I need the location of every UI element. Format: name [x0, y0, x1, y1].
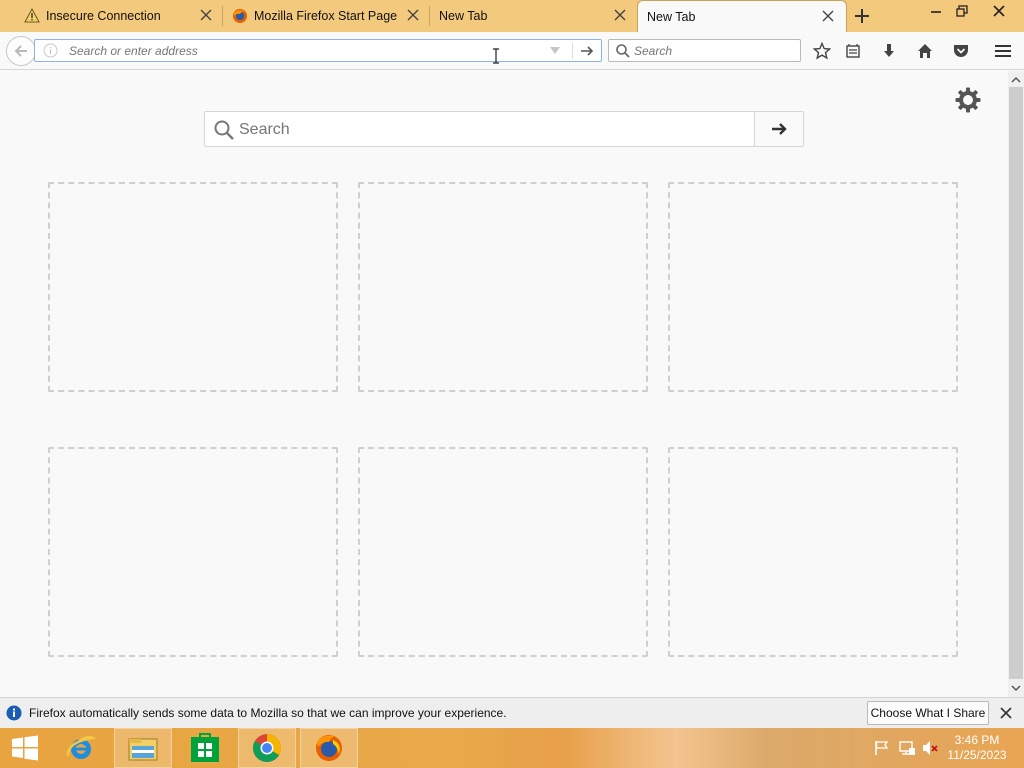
new-tab-plus-icon[interactable] [852, 6, 872, 26]
bookmark-star-button[interactable] [811, 40, 833, 62]
tab-title: New Tab [439, 9, 488, 23]
taskbar-file-explorer[interactable] [114, 728, 172, 768]
download-icon [884, 44, 894, 57]
text-cursor-icon [493, 48, 499, 64]
action-center-flag-icon[interactable] [874, 740, 890, 756]
top-site-tile[interactable] [358, 447, 648, 657]
star-icon [813, 42, 831, 60]
firefox-icon [316, 735, 342, 761]
newtab-search-input[interactable] [239, 121, 739, 139]
store-icon [191, 733, 219, 762]
pocket-button[interactable] [950, 40, 972, 62]
bookmarks-menu-button[interactable] [842, 40, 864, 62]
pocket-icon [954, 45, 968, 57]
tab-close-icon[interactable] [200, 9, 212, 21]
tab-mozilla-start-page[interactable]: Mozilla Firefox Start Page [223, 0, 429, 31]
url-input[interactable] [69, 44, 509, 58]
close-icon[interactable] [999, 706, 1013, 720]
warning-icon [24, 8, 40, 23]
history-dropmarker-icon[interactable] [550, 47, 560, 55]
info-icon [6, 705, 22, 721]
hamburger-menu-icon [995, 45, 1011, 57]
scrollbar-thumb[interactable] [1009, 87, 1023, 679]
minimize-button[interactable] [924, 0, 948, 22]
taskbar-chrome[interactable] [238, 728, 296, 768]
top-site-tile[interactable] [48, 182, 338, 392]
search-bar[interactable] [608, 39, 801, 62]
back-arrow-icon [14, 45, 27, 57]
notification-message: Firefox automatically sends some data to… [29, 706, 507, 720]
tab-close-icon[interactable] [407, 9, 419, 21]
scroll-up-icon[interactable] [1011, 75, 1021, 85]
top-site-tile[interactable] [48, 447, 338, 657]
volume-muted-icon[interactable] [922, 740, 940, 756]
clock-date: 11/25/2023 [947, 748, 1007, 762]
close-window-button[interactable] [976, 0, 1022, 22]
start-button[interactable] [0, 728, 50, 768]
close-icon [993, 5, 1005, 17]
minimize-icon [931, 11, 941, 13]
tab-new-tab[interactable]: New Tab [430, 0, 636, 31]
clock-time: 3:46 PM [954, 733, 1000, 747]
settings-gear-icon[interactable] [954, 86, 982, 114]
chrome-icon [253, 734, 281, 762]
start-icon [12, 735, 38, 761]
internet-explorer-icon [66, 735, 97, 759]
maximize-icon [956, 5, 968, 17]
choose-what-i-share-button[interactable]: Choose What I Share [867, 701, 989, 725]
firefox-icon [233, 9, 247, 23]
maximize-button[interactable] [950, 0, 974, 22]
tab-strip: Insecure Connection Mozilla Firefox Star… [0, 0, 1024, 32]
network-icon[interactable] [898, 740, 916, 756]
file-explorer-icon [128, 738, 158, 761]
search-icon [214, 120, 234, 140]
windows-taskbar: 3:46 PM 11/25/2023 [0, 728, 1024, 768]
vertical-scrollbar[interactable] [1008, 71, 1024, 697]
tab-close-icon[interactable] [614, 9, 626, 21]
scroll-down-icon[interactable] [1011, 683, 1021, 693]
taskbar-firefox[interactable] [300, 728, 358, 768]
home-icon [918, 44, 932, 58]
taskbar-internet-explorer[interactable] [52, 728, 110, 768]
go-arrow-icon[interactable] [579, 43, 595, 59]
downloads-button[interactable] [878, 40, 900, 62]
tab-close-icon[interactable] [822, 10, 834, 22]
main-menu-button[interactable] [992, 40, 1014, 62]
new-tab-page [0, 71, 1008, 697]
top-site-tile[interactable] [668, 447, 958, 657]
back-button[interactable] [6, 36, 36, 66]
data-reporting-notification-bar: Firefox automatically sends some data to… [0, 697, 1024, 728]
tab-new-tab-selected[interactable]: New Tab [637, 0, 847, 32]
info-icon[interactable] [43, 43, 58, 58]
taskbar-store[interactable] [176, 728, 234, 768]
arrow-right-icon [772, 123, 787, 135]
search-input[interactable] [634, 44, 794, 58]
top-site-tile[interactable] [668, 182, 958, 392]
navigation-toolbar [0, 32, 1024, 70]
tab-title: Insecure Connection [46, 9, 161, 23]
bookmarks-list-icon [846, 44, 860, 58]
top-site-tile[interactable] [358, 182, 648, 392]
newtab-search-box[interactable] [204, 111, 804, 147]
tab-title: Mozilla Firefox Start Page [254, 9, 398, 23]
tab-insecure-connection[interactable]: Insecure Connection [14, 0, 222, 31]
search-icon [616, 44, 630, 58]
newtab-search-submit-button[interactable] [754, 112, 803, 146]
tab-title: New Tab [647, 10, 696, 24]
home-button[interactable] [914, 40, 936, 62]
url-bar[interactable] [34, 39, 602, 62]
taskbar-clock[interactable]: 3:46 PM 11/25/2023 [940, 733, 1014, 763]
